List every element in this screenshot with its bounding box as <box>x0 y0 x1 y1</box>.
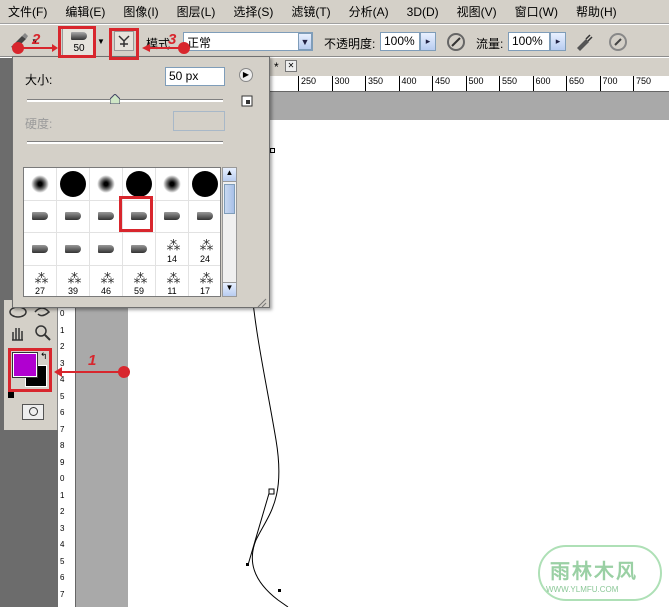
watermark-logo: 雨林木风 WWW.YLMFU.COM <box>538 545 662 601</box>
watermark-url: WWW.YLMFU.COM <box>546 585 619 594</box>
annotation-number-2: 2 <box>32 31 41 48</box>
watermark-text: 雨林木风 <box>550 561 638 583</box>
annotation-number-3: 3 <box>168 31 177 48</box>
annotation-arrows <box>18 44 181 377</box>
annotation-number-1: 1 <box>88 352 97 369</box>
annotation-dot-3 <box>178 42 190 54</box>
annotation-dot-2 <box>12 42 24 54</box>
annotation-dot-1 <box>118 366 130 378</box>
